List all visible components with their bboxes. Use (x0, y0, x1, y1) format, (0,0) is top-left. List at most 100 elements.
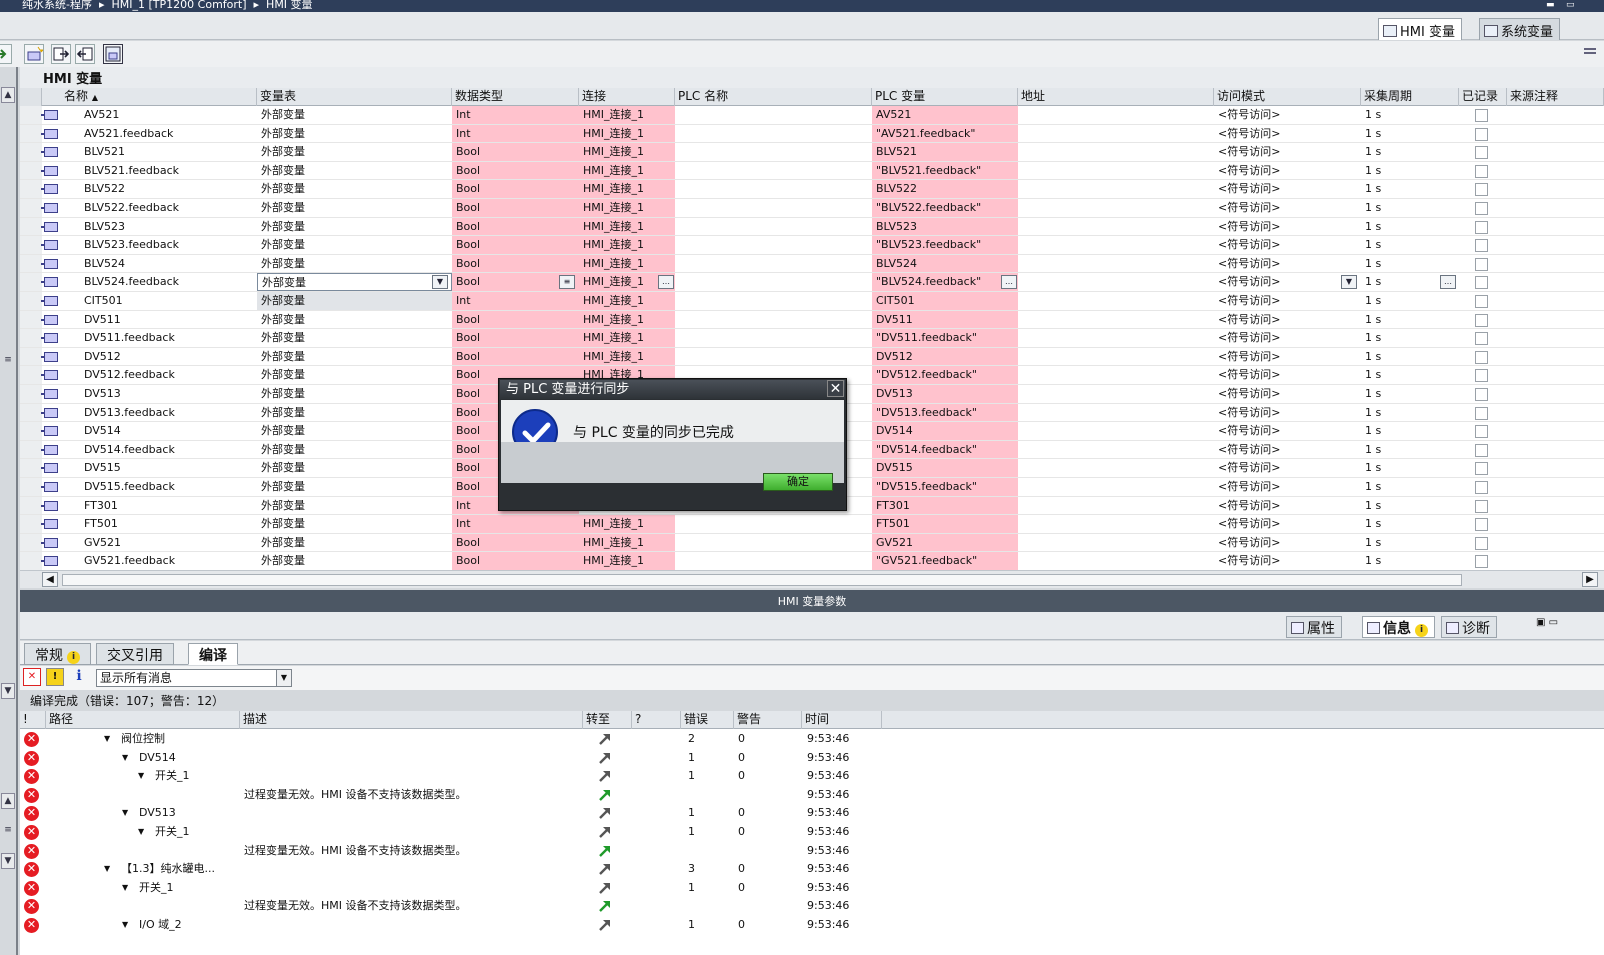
cell-access-mode[interactable]: <符号访问> (1214, 199, 1361, 217)
cell-name[interactable]: BLV524.feedback (80, 273, 257, 291)
row-header[interactable] (20, 124, 42, 143)
cell-plc-name[interactable] (675, 106, 872, 124)
tab-diagnostics[interactable]: 诊断 (1441, 616, 1497, 638)
cell-connection[interactable]: HMI_连接_1 (579, 292, 675, 310)
cell-plc-name[interactable] (675, 534, 872, 552)
table-row[interactable]: GV521.feedback 外部变量 Bool HMI_连接_1 "GV521.fee… (20, 552, 1604, 570)
row-header[interactable] (20, 496, 42, 515)
cell-access-mode[interactable]: <符号访问> (1214, 292, 1361, 310)
cell-address[interactable] (1018, 218, 1214, 236)
cell-access-mode[interactable]: <符号访问> (1214, 497, 1361, 515)
cell-address[interactable] (1018, 106, 1214, 124)
table-row[interactable]: BLV522.feedback 外部变量 Bool HMI_连接_1 "BLV522.f… (20, 199, 1604, 218)
table-row[interactable]: DV511 外部变量 Bool HMI_连接_1 DV511 <符号访问> 1 s (20, 310, 1604, 330)
cell-access-mode[interactable]: <符号访问> (1214, 366, 1361, 384)
cell-acq-cycle[interactable]: 1 s (1361, 311, 1459, 329)
logged-checkbox[interactable] (1475, 164, 1488, 178)
cell-plc-name[interactable] (675, 125, 872, 143)
column-header-name[interactable]: 名称 ▲ (61, 88, 257, 106)
column-header-path[interactable]: 路径 (46, 711, 240, 729)
grip-icon[interactable]: ≡ (1, 823, 15, 839)
cell-tag-table[interactable]: 外部变量 (257, 125, 452, 143)
table-row[interactable]: AV521 外部变量 Int HMI_连接_1 AV521 <符号访问> 1 s (20, 106, 1604, 125)
column-header-acq-cycle[interactable]: 采集周期 (1361, 88, 1459, 106)
message-row[interactable]: ✕ ▼ 开关_1 1 0 9:53:46 (20, 823, 1604, 842)
logged-checkbox[interactable] (1475, 183, 1488, 197)
message-row[interactable]: ✕ ▼ DV513 1 0 9:53:46 (20, 804, 1604, 823)
cell-plc-name[interactable] (675, 552, 872, 570)
cell-name[interactable]: AV521.feedback (80, 125, 257, 143)
row-header[interactable] (20, 310, 42, 329)
row-header[interactable] (20, 459, 42, 477)
table-row[interactable]: BLV521 外部变量 Bool HMI_连接_1 BLV521 <符号访问> 1 s (20, 143, 1604, 162)
cell-address[interactable] (1018, 180, 1214, 198)
tab-compile[interactable]: 编译 (188, 643, 238, 665)
message-filter-select[interactable]: 显示所有消息 ▼ (96, 669, 292, 687)
logged-checkbox[interactable] (1475, 481, 1488, 494)
cell-plc-tag[interactable]: "BLV523.feedback" (872, 236, 1018, 254)
collapse-button[interactable] (0, 44, 12, 64)
cell-acq-cycle[interactable]: 1 s (1361, 534, 1459, 552)
chevron-down-icon[interactable]: ▼ (1, 683, 15, 699)
more-icon[interactable]: … (1440, 275, 1456, 290)
logged-checkbox[interactable] (1475, 220, 1488, 234)
cell-tag-table[interactable]: 外部变量 (257, 385, 452, 403)
cell-name[interactable]: BLV521.feedback (80, 162, 257, 180)
logged-checkbox[interactable] (1475, 555, 1488, 569)
cell-access-mode[interactable]: <符号访问> (1214, 143, 1361, 161)
cell-acq-cycle[interactable]: 1 s (1361, 292, 1459, 310)
column-header-plc-tag[interactable]: PLC 变量 (872, 88, 1018, 106)
cell-address[interactable] (1018, 385, 1214, 403)
more-icon[interactable]: … (1001, 275, 1017, 290)
cell-name[interactable]: FT501 (80, 515, 257, 533)
cell-connection[interactable]: HMI_连接_1 (579, 533, 675, 552)
cell-plc-name[interactable] (675, 292, 872, 310)
column-header-tag-table[interactable]: 变量表 (257, 88, 452, 106)
cell-plc-tag[interactable]: "BLV521.feedback" (872, 161, 1018, 180)
row-header[interactable] (20, 273, 42, 291)
cell-access-mode[interactable]: <符号访问> (1214, 106, 1361, 124)
cell-access-mode[interactable]: <符号访问> (1214, 180, 1361, 198)
cell-access-mode[interactable]: <符号访问> (1214, 404, 1361, 422)
cell-name[interactable]: BLV523.feedback (80, 236, 257, 254)
table-row[interactable]: GV521 外部变量 Bool HMI_连接_1 GV521 <符号访问> 1 s (20, 533, 1604, 553)
row-header[interactable] (20, 347, 42, 366)
cell-plc-tag[interactable]: DV515 (872, 459, 1018, 477)
row-header[interactable] (20, 440, 42, 459)
cell-acq-cycle[interactable]: 1 s (1361, 459, 1459, 477)
cell-access-mode[interactable]: <符号访问> (1214, 125, 1361, 143)
logged-checkbox[interactable] (1475, 332, 1488, 346)
table-row[interactable]: BLV524.feedback 外部变量 Bool HMI_连接_1 "BLV524.f… (20, 273, 1604, 292)
cell-tag-table[interactable]: 外部变量 (257, 366, 452, 384)
row-header[interactable] (20, 292, 42, 310)
cell-connection[interactable]: HMI_连接_1 (579, 180, 675, 198)
cell-name[interactable]: DV512 (80, 348, 257, 366)
cell-plc-tag[interactable]: "GV521.feedback" (872, 552, 1018, 570)
minimize-icon[interactable]: ▬ (1546, 0, 1558, 10)
cell-tag-table[interactable]: 外部变量 (257, 478, 452, 496)
expand-toggle-icon[interactable]: ▼ (122, 804, 128, 822)
row-header[interactable] (20, 403, 42, 422)
cell-access-mode[interactable]: <符号访问> (1214, 218, 1361, 236)
expand-toggle-icon[interactable]: ▼ (122, 879, 128, 897)
cell-access-mode[interactable]: <符号访问> (1214, 552, 1361, 570)
table-row[interactable]: BLV524 外部变量 Bool HMI_连接_1 BLV524 <符号访问> 1 s (20, 254, 1604, 274)
column-header-access-mode[interactable]: 访问模式 (1214, 88, 1361, 106)
cell-connection[interactable]: HMI_连接_1 (579, 161, 675, 180)
cell-tag-table[interactable]: 外部变量 (257, 180, 452, 198)
table-row[interactable]: BLV522 外部变量 Bool HMI_连接_1 BLV522 <符号访问> 1 s (20, 180, 1604, 199)
chevron-left-icon[interactable]: ◀ (42, 572, 58, 587)
goto-arrow-icon[interactable] (598, 844, 612, 858)
cell-plc-tag[interactable]: "BLV522.feedback" (872, 199, 1018, 217)
cell-connection[interactable]: HMI_连接_1 (579, 124, 675, 143)
message-row[interactable]: ✕ ▼ 开关_1 1 0 9:53:46 (20, 879, 1604, 898)
cell-tag-table[interactable]: 外部变量 (257, 199, 452, 217)
cell-plc-tag[interactable]: "DV514.feedback" (872, 440, 1018, 459)
cell-address[interactable] (1018, 497, 1214, 515)
breadcrumb-device[interactable]: HMI_1 [TP1200 Comfort] (112, 0, 247, 11)
scrollbar-thumb[interactable] (62, 574, 1462, 586)
logged-checkbox[interactable] (1475, 146, 1488, 160)
breadcrumb-project[interactable]: 纯水系统-程序 (22, 0, 92, 11)
cell-tag-table[interactable]: 外部变量 (257, 143, 452, 161)
cell-acq-cycle[interactable]: 1 s (1361, 478, 1459, 496)
